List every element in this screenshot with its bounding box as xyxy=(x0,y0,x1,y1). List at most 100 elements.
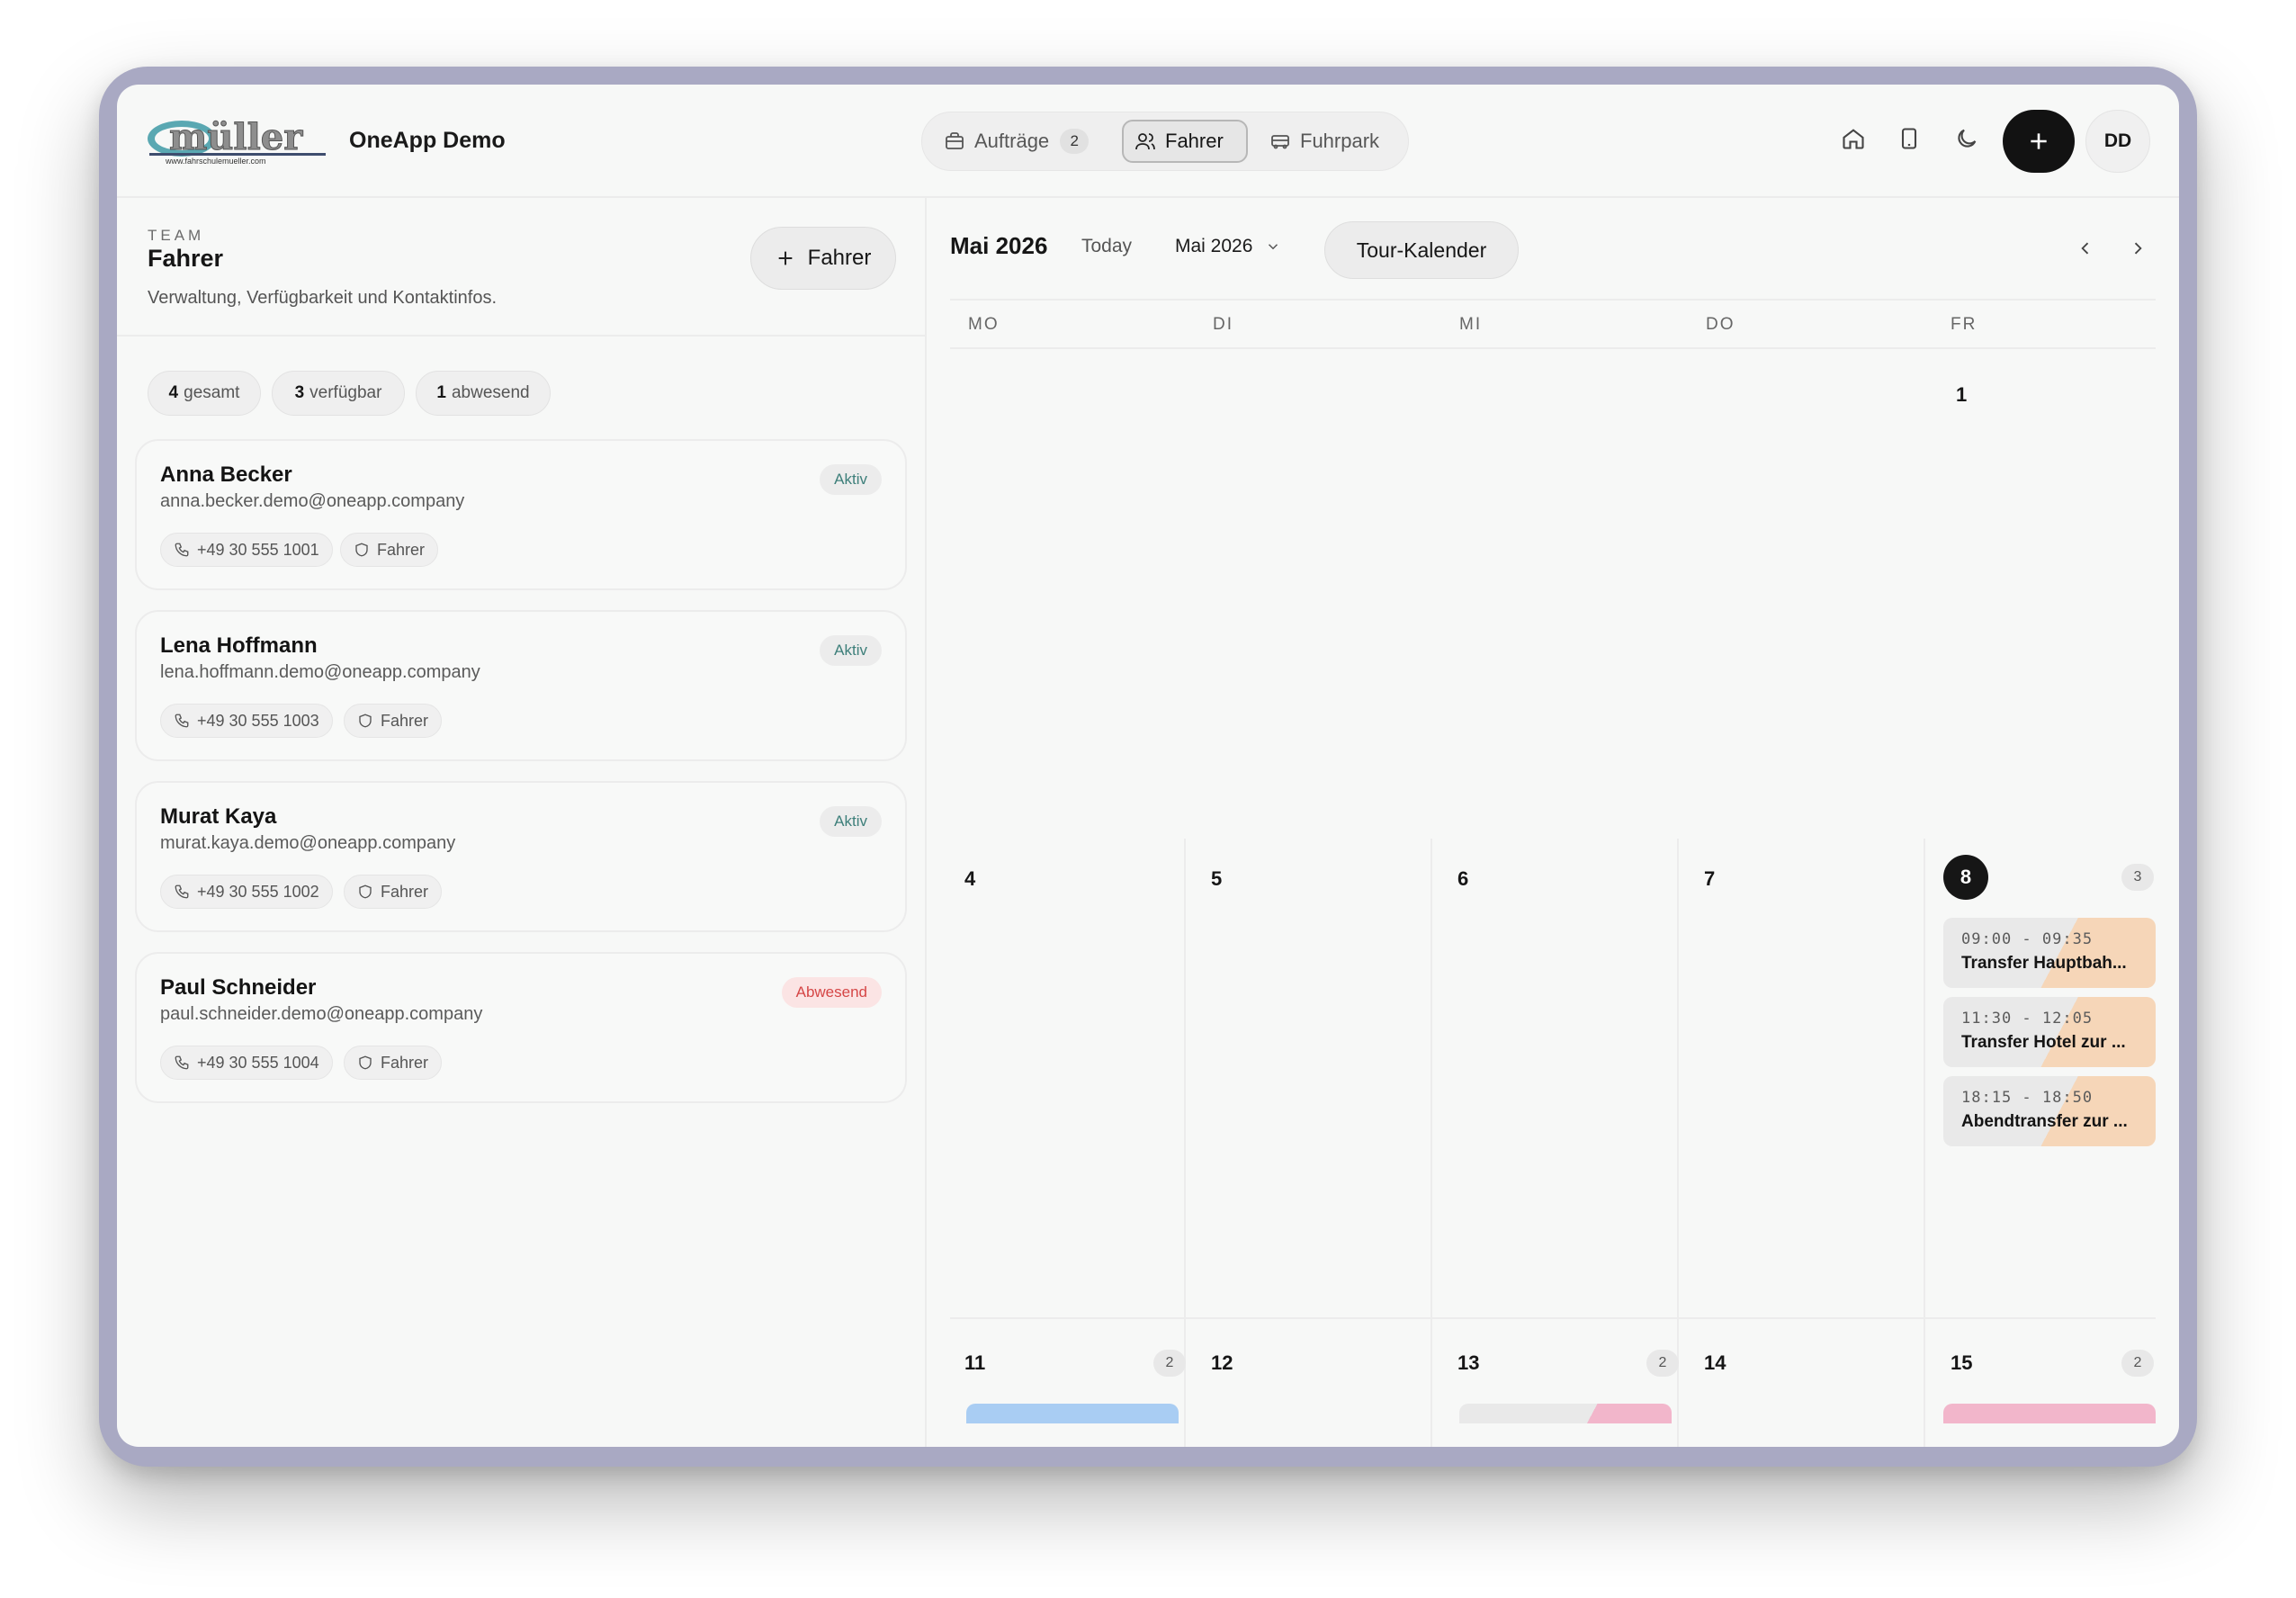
driver-email: lena.hoffmann.demo@oneapp.company xyxy=(160,662,480,682)
driver-phone: +49 30 555 1004 xyxy=(197,1053,319,1072)
divider xyxy=(950,347,2156,349)
chevron-down-icon xyxy=(1269,244,1278,250)
driver-card[interactable]: Murat Kaya murat.kaya.demo@oneapp.compan… xyxy=(135,781,907,932)
moon-icon xyxy=(1958,129,1977,148)
calendar-event-peek[interactable] xyxy=(1459,1404,1672,1423)
logo-subtext: www.fahrschulemueller.com xyxy=(165,157,266,166)
event-title: Abendtransfer zur ... xyxy=(1961,1112,2128,1131)
weekday-di: DI xyxy=(1213,315,1233,334)
day-14[interactable]: 14 xyxy=(1704,1351,1726,1375)
tab-auftraege-label: Aufträge xyxy=(974,130,1050,152)
day-6[interactable]: 6 xyxy=(1457,867,1468,891)
stat-total: 4 gesamt xyxy=(148,371,261,416)
shield-icon xyxy=(359,1055,372,1070)
driver-card[interactable]: Anna Becker anna.becker.demo@oneapp.comp… xyxy=(135,439,907,590)
day-15[interactable]: 15 xyxy=(1951,1351,1972,1375)
home-icon xyxy=(1843,129,1864,149)
tab-fuhrpark[interactable]: Fuhrpark xyxy=(1259,120,1390,163)
day-1[interactable]: 1 xyxy=(1956,383,1967,407)
event-time: 11:30 - 12:05 xyxy=(1961,1010,2094,1028)
phone-chip[interactable]: +49 30 555 1001 xyxy=(160,533,333,567)
driver-name: Lena Hoffmann xyxy=(160,633,318,658)
app-window: müller www.fahrschulemueller.com OneApp … xyxy=(117,85,2179,1447)
stat-available: 3 verfügbar xyxy=(272,371,405,416)
day-5[interactable]: 5 xyxy=(1211,867,1222,891)
page-description: Verwaltung, Verfügbarkeit und Kontaktinf… xyxy=(148,288,498,308)
stat-absent-value: 1 xyxy=(436,383,446,402)
phone-chip[interactable]: +49 30 555 1003 xyxy=(160,704,333,738)
divider xyxy=(950,299,2156,301)
tab-fuhrpark-label: Fuhrpark xyxy=(1300,130,1380,152)
phone-icon xyxy=(175,884,189,899)
shield-icon xyxy=(359,714,372,728)
prev-month-button[interactable] xyxy=(2071,234,2100,263)
month-select-label: Mai 2026 xyxy=(1175,236,1253,256)
status-badge: Abwesend xyxy=(781,977,882,1008)
divider xyxy=(1677,839,1679,1447)
driver-email: anna.becker.demo@oneapp.company xyxy=(160,491,465,511)
calendar-event[interactable]: 11:30 - 12:05 Transfer Hotel zur ... xyxy=(1943,997,2156,1067)
next-month-button[interactable] xyxy=(2123,234,2152,263)
calendar-event[interactable]: 18:15 - 18:50 Abendtransfer zur ... xyxy=(1943,1076,2156,1146)
calendar-title: Mai 2026 xyxy=(950,232,1048,259)
add-driver-label: Fahrer xyxy=(807,246,872,270)
day-7[interactable]: 7 xyxy=(1704,867,1715,891)
section-eyebrow: TEAM xyxy=(148,227,205,244)
tab-auftraege-badge: 2 xyxy=(1060,129,1090,154)
plus-icon xyxy=(2031,133,2047,149)
page-title: Fahrer xyxy=(148,245,224,272)
stat-available-value: 3 xyxy=(294,383,305,402)
theme-toggle[interactable] xyxy=(1945,117,1988,160)
weekday-do: DO xyxy=(1706,315,1735,334)
day-8-today[interactable]: 8 xyxy=(1943,855,1988,900)
driver-email: paul.schneider.demo@oneapp.company xyxy=(160,1004,483,1024)
shield-icon xyxy=(355,543,368,557)
phone-chip[interactable]: +49 30 555 1004 xyxy=(160,1046,333,1080)
month-select[interactable]: Mai 2026 xyxy=(1175,236,1281,257)
avatar[interactable]: DD xyxy=(2085,110,2150,173)
day-4[interactable]: 4 xyxy=(964,867,975,891)
chevron-left-icon xyxy=(2081,242,2089,255)
status-badge: Aktiv xyxy=(820,806,882,837)
calendar-event[interactable]: 09:00 - 09:35 Transfer Hauptbah... xyxy=(1943,918,2156,988)
main-navigation: Aufträge 2 Fahrer Fuhrpark xyxy=(921,112,1409,171)
phone-icon xyxy=(175,1055,189,1070)
stat-absent: 1 abwesend xyxy=(416,371,551,416)
create-button[interactable] xyxy=(2003,110,2075,173)
tablet-icon xyxy=(1901,128,1917,149)
day-13[interactable]: 13 xyxy=(1457,1351,1479,1375)
driver-phone: +49 30 555 1002 xyxy=(197,882,319,901)
day-12[interactable]: 12 xyxy=(1211,1351,1233,1375)
role-chip: Fahrer xyxy=(344,875,443,909)
stat-total-label: gesamt xyxy=(184,383,240,402)
calendar-event-peek[interactable] xyxy=(1943,1404,2156,1423)
driver-email: murat.kaya.demo@oneapp.company xyxy=(160,833,456,853)
driver-card[interactable]: Paul Schneider paul.schneider.demo@oneap… xyxy=(135,952,907,1103)
top-bar: müller www.fahrschulemueller.com OneApp … xyxy=(117,85,2179,198)
tablet-button[interactable] xyxy=(1888,117,1931,160)
add-driver-button[interactable]: Fahrer xyxy=(750,227,896,290)
weekday-mi: MI xyxy=(1459,315,1483,334)
event-count-badge: 2 xyxy=(1153,1350,1186,1377)
driver-role: Fahrer xyxy=(381,1053,429,1072)
phone-chip[interactable]: +49 30 555 1002 xyxy=(160,875,333,909)
driver-card[interactable]: Lena Hoffmann lena.hoffmann.demo@oneapp.… xyxy=(135,610,907,761)
day-11[interactable]: 11 xyxy=(964,1351,985,1375)
tab-fahrer[interactable]: Fahrer xyxy=(1122,120,1248,163)
home-button[interactable] xyxy=(1832,117,1875,160)
status-badge: Aktiv xyxy=(820,464,882,495)
divider xyxy=(950,1317,2156,1319)
driver-role: Fahrer xyxy=(381,882,429,901)
tab-fahrer-label: Fahrer xyxy=(1165,130,1224,152)
app-title: OneApp Demo xyxy=(349,128,506,153)
divider xyxy=(1184,839,1186,1447)
event-title: Transfer Hotel zur ... xyxy=(1961,1033,2126,1052)
tab-auftraege[interactable]: Aufträge 2 xyxy=(933,120,1099,163)
tour-calendar-button[interactable]: Tour-Kalender xyxy=(1324,221,1519,279)
event-title: Transfer Hauptbah... xyxy=(1961,954,2127,973)
event-count-badge: 3 xyxy=(2121,864,2154,891)
stat-available-label: verfügbar xyxy=(309,383,382,402)
today-button[interactable]: Today xyxy=(1081,236,1132,257)
driver-phone: +49 30 555 1001 xyxy=(197,540,319,559)
calendar-event-peek[interactable] xyxy=(966,1404,1179,1423)
